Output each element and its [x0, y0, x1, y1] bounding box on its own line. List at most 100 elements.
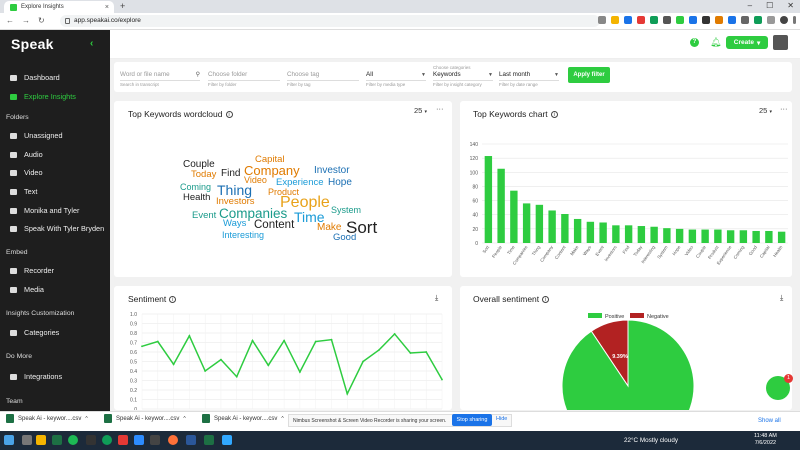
bell-icon[interactable]: 🔔︎ — [710, 37, 721, 48]
chevron-up-icon[interactable]: ^ — [85, 416, 87, 422]
bar[interactable] — [675, 228, 684, 243]
collapse-sidebar-icon[interactable]: ‹ — [90, 38, 93, 49]
date-range-select[interactable]: Last month Filter by date range ▼ — [499, 71, 559, 87]
back-icon[interactable]: ← — [6, 16, 14, 25]
wordcloud-word[interactable]: Today — [191, 170, 216, 180]
bar[interactable] — [663, 228, 671, 243]
bar[interactable] — [752, 230, 760, 243]
media-type-select[interactable]: All Filter by media type ▼ — [366, 71, 426, 87]
hide-button[interactable]: Hide — [496, 416, 507, 422]
wordcloud-word[interactable]: Good — [333, 233, 356, 243]
extension-icon[interactable] — [754, 16, 762, 24]
wordcloud-word[interactable]: System — [331, 206, 361, 215]
info-icon[interactable]: i — [542, 295, 550, 303]
bar[interactable] — [561, 214, 569, 243]
new-tab-icon[interactable]: + — [120, 1, 125, 11]
stop-sharing-button[interactable]: Stop sharing — [452, 414, 492, 426]
sidebar-folder-unassigned[interactable]: Unassigned — [10, 131, 63, 140]
bar[interactable] — [701, 229, 709, 243]
help-icon[interactable]: ? — [690, 38, 699, 47]
extension-icon[interactable] — [741, 16, 749, 24]
sidebar-folder-monika-tyler[interactable]: Monika and Tyler — [10, 206, 79, 215]
data-point[interactable] — [314, 340, 317, 343]
data-point[interactable] — [141, 345, 143, 348]
app-icon[interactable] — [118, 435, 128, 445]
maximize-icon[interactable]: ☐ — [766, 1, 773, 10]
weather-widget[interactable]: 22°C Mostly cloudy — [624, 437, 678, 444]
excel-icon[interactable] — [204, 435, 214, 445]
show-all-button[interactable]: Show all — [758, 418, 781, 424]
reload-icon[interactable]: ↻ — [38, 16, 45, 25]
extension-icon[interactable] — [689, 16, 697, 24]
data-point[interactable] — [441, 378, 443, 381]
download-item[interactable]: Speak Ai - keywor....csv ^ — [6, 414, 88, 423]
word-icon[interactable] — [186, 435, 196, 445]
data-point[interactable] — [235, 375, 238, 378]
bar[interactable] — [765, 230, 773, 243]
wordcloud-word[interactable]: Find — [221, 169, 240, 179]
download-item[interactable]: Speak Ai - keywor....csv ^ — [104, 414, 186, 423]
wordcloud-word[interactable]: Coming — [180, 183, 211, 192]
bar[interactable] — [535, 204, 544, 243]
data-point[interactable] — [156, 340, 159, 343]
data-point[interactable] — [251, 339, 254, 342]
extension-icon[interactable] — [637, 16, 645, 24]
sidebar-folder-audio[interactable]: Audio — [10, 150, 43, 159]
legend-label[interactable]: Negative — [647, 314, 669, 320]
search-input[interactable]: Word or file name Search in transcript ⚲ — [120, 71, 200, 87]
wordcloud-word[interactable]: Hope — [328, 178, 352, 188]
info-icon[interactable]: i — [225, 110, 233, 118]
download-item[interactable]: Speak Ai - keywor....csv ^ — [202, 414, 284, 423]
bar[interactable] — [714, 229, 722, 243]
wordcloud-word[interactable]: Investor — [314, 166, 350, 176]
data-point[interactable] — [283, 339, 286, 342]
chevron-up-icon[interactable]: ^ — [183, 416, 185, 422]
data-point[interactable] — [330, 338, 333, 341]
wordcloud-count-select[interactable]: 25 ▾ — [414, 106, 427, 115]
tag-select[interactable]: Choose tag Filter by tag — [287, 71, 359, 87]
data-point[interactable] — [298, 371, 301, 373]
minimize-icon[interactable]: – — [748, 1, 752, 10]
app-logo[interactable]: Speak — [11, 36, 54, 52]
bar[interactable] — [739, 230, 748, 243]
file-explorer-icon[interactable] — [36, 435, 46, 445]
sidebar-item-categories[interactable]: Categories — [10, 328, 59, 337]
bar[interactable] — [726, 230, 735, 243]
keywords-count-select[interactable]: 25 ▾ — [759, 106, 772, 115]
windows-start-icon[interactable] — [4, 435, 14, 445]
url-field[interactable]: app.speakai.co/explore — [60, 15, 600, 27]
info-icon[interactable]: i — [550, 110, 558, 118]
wordcloud-word[interactable]: Ways — [223, 219, 246, 229]
bar[interactable] — [624, 225, 633, 243]
legend-label[interactable]: Positive — [605, 314, 624, 320]
apply-filter-button[interactable]: Apply filter — [568, 67, 610, 83]
firefox-icon[interactable] — [168, 435, 178, 445]
sidebar-folder-text[interactable]: Text — [10, 187, 37, 196]
positive-slice[interactable] — [561, 319, 695, 410]
bar[interactable] — [522, 203, 531, 243]
avatar[interactable] — [773, 35, 788, 50]
sidebar-item-explore-insights[interactable]: Explore Insights — [10, 92, 76, 101]
bookmark-star-icon[interactable] — [611, 16, 619, 24]
more-options-icon[interactable]: ··· — [780, 104, 788, 113]
spotify-icon[interactable] — [68, 435, 78, 445]
profile-avatar-icon[interactable] — [780, 16, 788, 24]
wordcloud-word[interactable]: Event — [192, 211, 216, 221]
search-icon[interactable] — [22, 435, 32, 445]
bar[interactable] — [650, 226, 658, 243]
data-point[interactable] — [172, 363, 175, 366]
data-point[interactable] — [425, 351, 428, 353]
data-point[interactable] — [409, 352, 412, 354]
data-point[interactable] — [204, 370, 207, 372]
forward-icon[interactable]: → — [22, 16, 30, 25]
excel-icon[interactable] — [52, 435, 62, 445]
category-select[interactable]: Choose categories Keywords Filter by ins… — [433, 65, 493, 87]
data-point[interactable] — [377, 349, 380, 351]
app-icon[interactable] — [150, 435, 160, 445]
extension-icon[interactable] — [676, 16, 684, 24]
data-point[interactable] — [346, 392, 349, 395]
bar[interactable] — [573, 218, 582, 243]
puzzle-icon[interactable] — [767, 16, 775, 24]
download-icon[interactable]: ⤓ — [780, 293, 783, 303]
more-options-icon[interactable]: ··· — [436, 104, 444, 113]
